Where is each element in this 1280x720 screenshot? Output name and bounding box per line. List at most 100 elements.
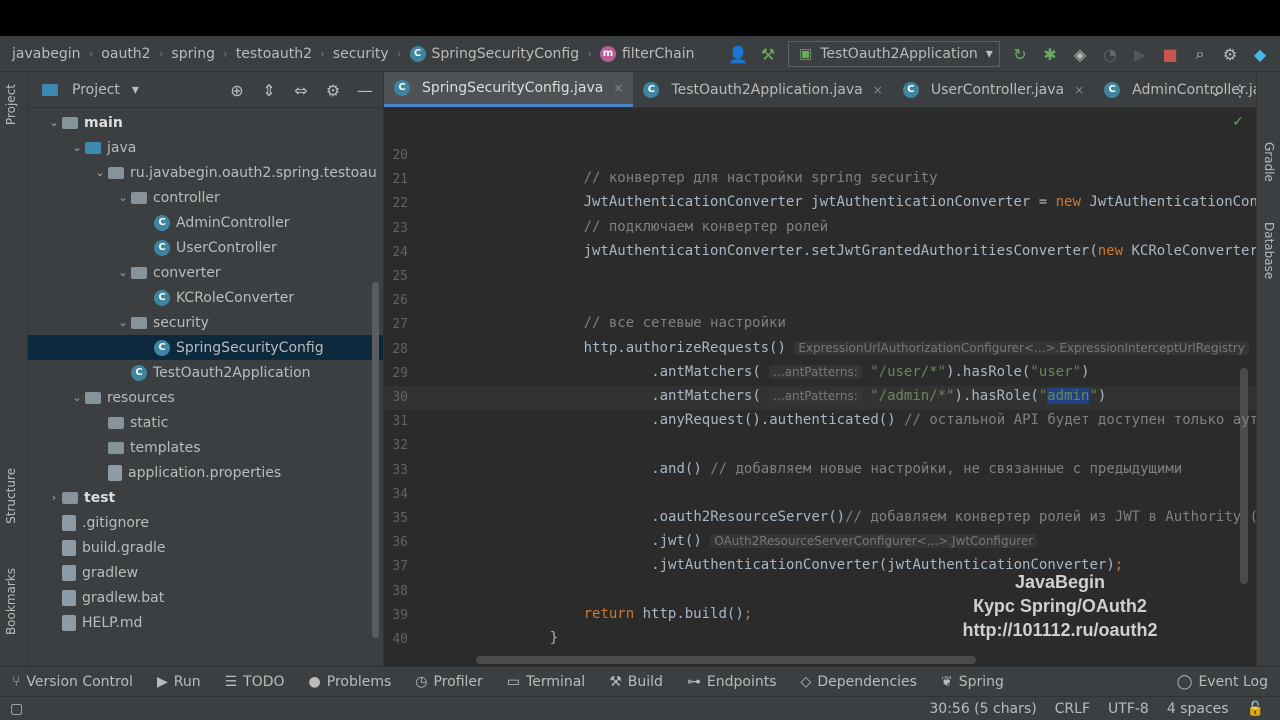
tool-tab-structure[interactable]: Structure [4, 468, 18, 524]
tool-profiler[interactable]: ◷ Profiler [403, 674, 495, 690]
file-encoding[interactable]: UTF-8 [1108, 701, 1149, 717]
tree-item[interactable]: ⌄ main [28, 110, 383, 135]
tree-item[interactable]: ⌄ java [28, 135, 383, 160]
code-line[interactable]: .jwtAuthenticationConverter(jwtAuthentic… [651, 557, 1123, 573]
code-line[interactable]: .anyRequest().authenticated() // остальн… [651, 412, 1256, 428]
inspection-ok-icon[interactable]: ✓ [1232, 114, 1244, 130]
tool-tab-project[interactable]: Project [4, 84, 18, 125]
editor-tab[interactable]: C UserController.java × [893, 72, 1094, 107]
tool-tab-database[interactable]: Database [1262, 222, 1276, 279]
run-config-dropdown[interactable]: ▣ TestOauth2Application ▾ [788, 41, 1000, 67]
expand-all-icon[interactable]: ⇕ [259, 80, 279, 100]
code-line[interactable]: .antMatchers( ...antPatterns: "/user/*")… [651, 364, 1089, 380]
resume-icon[interactable]: ▶ [1130, 44, 1150, 64]
coverage-icon[interactable]: ◈ [1070, 44, 1090, 64]
tree-item[interactable]: ⌄ security [28, 310, 383, 335]
breadcrumb-item[interactable]: testoauth2 › [236, 46, 333, 62]
project-panel-title[interactable]: Project [72, 82, 120, 98]
more-icon[interactable]: ⋮ [1230, 80, 1250, 100]
code-line[interactable]: .and() // добавляем новые настройки, не … [651, 461, 1182, 477]
tool-todo[interactable]: ☰ TODO [213, 674, 297, 690]
editor-vertical-scrollbar[interactable] [1240, 368, 1248, 584]
tree-item[interactable]: C UserController [28, 235, 383, 260]
editor-tab[interactable]: C SpringSecurityConfig.java × [384, 72, 634, 107]
hammer-build-icon[interactable]: ⚒ [758, 44, 778, 64]
chevron-down-icon[interactable]: ⌄ [69, 141, 85, 154]
tree-item[interactable]: HELP.md [28, 610, 383, 635]
line-separator[interactable]: CRLF [1055, 701, 1090, 717]
breadcrumb-item[interactable]: spring › [171, 46, 235, 62]
indent-setting[interactable]: 4 spaces [1167, 701, 1229, 717]
tree-item[interactable]: › test [28, 485, 383, 510]
tree-item[interactable]: ⌄ resources [28, 385, 383, 410]
tool-endpoints[interactable]: ⊶ Endpoints [675, 674, 789, 690]
code-line[interactable]: // все сетевые настройки [584, 315, 786, 331]
lock-icon[interactable]: 🔓 [1247, 701, 1264, 717]
tool-version-control[interactable]: ⑂ Version Control [0, 674, 145, 690]
tool-spring[interactable]: ❦ Spring [929, 674, 1016, 690]
code-line[interactable]: .antMatchers( ...antPatterns: "/admin/*"… [651, 388, 1106, 404]
breadcrumb-item[interactable]: m filterChain [599, 45, 695, 62]
chevron-right-icon[interactable]: › [46, 491, 62, 504]
breadcrumb-item[interactable]: oauth2 › [101, 46, 171, 62]
tool-run[interactable]: ▶ Run [145, 674, 213, 690]
tool-tab-gradle[interactable]: Gradle [1262, 142, 1276, 182]
chevron-down-icon[interactable]: ⌄ [115, 316, 131, 329]
tree-item[interactable]: build.gradle [28, 535, 383, 560]
close-icon[interactable]: × [1074, 83, 1084, 97]
locate-icon[interactable]: ⊕ [227, 80, 247, 100]
tree-item[interactable]: static [28, 410, 383, 435]
tree-item[interactable]: gradlew.bat [28, 585, 383, 610]
close-icon[interactable]: × [613, 81, 623, 95]
chevron-down-icon[interactable]: ⌄ [69, 391, 85, 404]
breadcrumb-item[interactable]: C SpringSecurityConfig › [409, 45, 600, 62]
tree-item[interactable]: application.properties [28, 460, 383, 485]
user-icon[interactable]: 👤 [728, 44, 748, 64]
search-icon[interactable]: ⌕ [1190, 44, 1210, 64]
gear-icon[interactable]: ⚙ [1220, 44, 1240, 64]
code-line[interactable]: http.authorizeRequests() ExpressionUrlAu… [584, 340, 1249, 356]
toggle-tool-windows-icon[interactable]: ▢ [10, 701, 23, 717]
gear-icon[interactable]: ⚙ [323, 80, 343, 100]
profile-icon[interactable]: ◔ [1100, 44, 1120, 64]
close-icon[interactable]: × [873, 83, 883, 97]
editor-tab[interactable]: C TestOauth2Application.java × [633, 72, 892, 107]
collapse-all-icon[interactable]: ⇔ [291, 80, 311, 100]
jetbrains-logo-icon[interactable]: ◆ [1250, 44, 1270, 64]
code-line[interactable]: JwtAuthenticationConverter jwtAuthentica… [584, 194, 1256, 210]
rerun-icon[interactable]: ↻ [1010, 44, 1030, 64]
chevron-down-icon[interactable]: ▾ [132, 82, 139, 98]
tool-problems[interactable]: ● Problems [297, 674, 404, 690]
code-line[interactable]: // конвертер для настройки spring securi… [584, 170, 938, 186]
tool-build[interactable]: ⚒ Build [597, 674, 675, 690]
code-line[interactable]: .jwt() OAuth2ResourceServerConfigurer<..… [651, 533, 1038, 549]
tool-terminal[interactable]: ▭ Terminal [495, 674, 597, 690]
code-line[interactable]: // подключаем конвертер ролей [584, 219, 828, 235]
chevron-down-icon[interactable]: ⌄ [46, 116, 62, 129]
tree-item[interactable]: ⌄ ru.javabegin.oauth2.spring.testoau [28, 160, 383, 185]
code-line[interactable]: return http.build(); [584, 606, 753, 622]
stop-icon[interactable]: ■ [1160, 44, 1180, 64]
code-line[interactable]: .oauth2ResourceServer()// добавляем конв… [651, 509, 1256, 525]
tree-item[interactable]: gradlew [28, 560, 383, 585]
tabs-dropdown-icon[interactable]: ⌄ [1206, 80, 1226, 100]
tree-item[interactable]: .gitignore [28, 510, 383, 535]
tree-item[interactable]: C TestOauth2Application [28, 360, 383, 385]
hide-icon[interactable]: — [355, 80, 375, 100]
tool-event-log[interactable]: ◯ Event Log [1165, 674, 1280, 690]
chevron-down-icon[interactable]: ⌄ [115, 266, 131, 279]
code-line[interactable]: jwtAuthenticationConverter.setJwtGranted… [584, 243, 1256, 259]
tree-item[interactable]: ⌄ controller [28, 185, 383, 210]
breadcrumb-item[interactable]: security › [333, 46, 410, 62]
tree-item[interactable]: templates [28, 435, 383, 460]
chevron-down-icon[interactable]: ⌄ [115, 191, 131, 204]
tool-dependencies[interactable]: ◇ Dependencies [789, 674, 929, 690]
debug-icon[interactable]: ✱ [1040, 44, 1060, 64]
code-line[interactable]: } [550, 630, 558, 646]
chevron-down-icon[interactable]: ⌄ [92, 166, 108, 179]
tree-item[interactable]: C SpringSecurityConfig [28, 335, 383, 360]
breadcrumb-item[interactable]: javabegin › [12, 46, 101, 62]
project-scrollbar[interactable] [372, 282, 379, 638]
caret-position[interactable]: 30:56 (5 chars) [929, 701, 1036, 717]
tree-item[interactable]: ⌄ converter [28, 260, 383, 285]
